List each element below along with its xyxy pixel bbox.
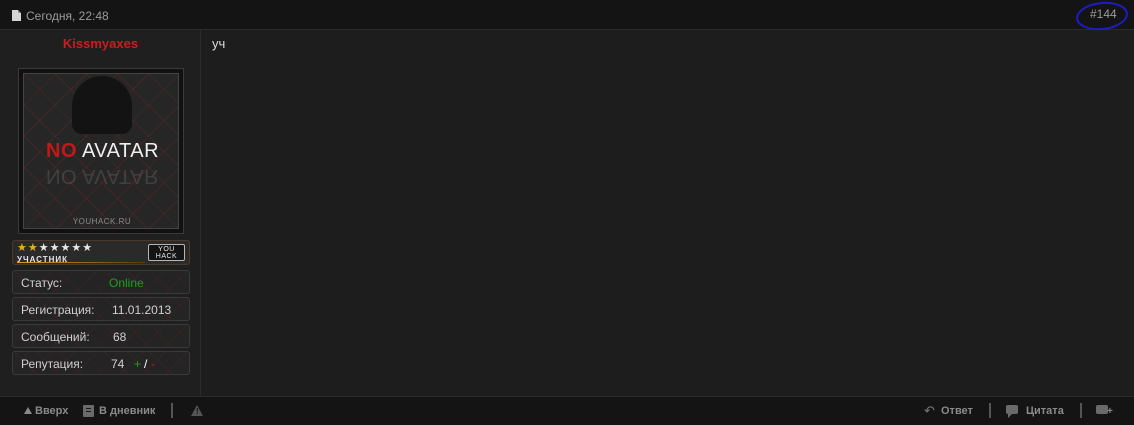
reputation-row: Репутация: 74 + / - — [12, 351, 190, 375]
post-header: Сегодня, 22:48 #144 — [0, 0, 1134, 33]
footer-separator — [989, 403, 991, 418]
footer-separator — [1080, 403, 1082, 418]
posts-count-label: Сообщений: — [21, 330, 90, 344]
reply-button[interactable]: Ответ — [941, 405, 973, 417]
posts-count-value: 68 — [113, 330, 127, 344]
star-empty-icon: ★ — [82, 242, 94, 254]
status-label: Статус: — [21, 276, 63, 290]
registration-label: Регистрация: — [21, 303, 95, 317]
avatar-text: NO AVATAR — [46, 140, 160, 162]
star-empty-icon: ★ — [60, 242, 72, 254]
star-empty-icon: ★ — [38, 242, 50, 254]
username-link[interactable]: Kissmyaxes — [0, 36, 201, 51]
reputation-plus-button[interactable]: + — [134, 357, 141, 371]
star-empty-icon: ★ — [71, 242, 83, 254]
youhack-badge: YOU HACK — [148, 244, 185, 261]
quote-button[interactable]: Цитата — [1026, 405, 1064, 417]
report-warning-icon[interactable] — [191, 405, 203, 416]
registration-value: 11.01.2013 — [112, 303, 172, 317]
star-filled-icon: ★ — [27, 242, 39, 254]
rank-bar: ★★★★★★★ УЧАСТНИК YOU HACK — [12, 240, 190, 265]
scroll-top-button[interactable]: Вверх — [24, 405, 68, 417]
user-sidebar: Kissmyaxes NO AVATAR NO AVATAR YOUHACK.R… — [0, 30, 201, 396]
reputation-minus-button[interactable]: - — [151, 357, 155, 371]
footer-separator — [171, 403, 173, 418]
avatar-reflection: NO AVATAR — [46, 165, 160, 187]
status-value: Online — [109, 276, 144, 290]
star-empty-icon: ★ — [49, 242, 61, 254]
star-filled-icon: ★ — [17, 242, 28, 254]
avatar[interactable]: NO AVATAR NO AVATAR YOUHACK.RU — [18, 68, 184, 234]
hooded-figure-icon — [72, 76, 132, 134]
multiquote-add-icon[interactable] — [1096, 405, 1113, 417]
avatar-site-caption: YOUHACK.RU — [72, 217, 132, 226]
avatar-image: NO AVATAR NO AVATAR YOUHACK.RU — [23, 73, 179, 229]
post-date: Сегодня, 22:48 — [26, 9, 109, 23]
reputation-separator: / — [144, 357, 148, 371]
reply-arrow-icon: ↶ — [924, 403, 935, 418]
reputation-label: Репутация: — [21, 357, 84, 371]
post-message: уч — [212, 36, 226, 51]
diary-icon — [83, 405, 94, 417]
post-number-link[interactable]: #144 — [1090, 7, 1117, 21]
rank-stars: ★★★★★★★ — [17, 243, 93, 254]
rank-progress-line — [17, 262, 145, 263]
document-icon — [12, 10, 21, 21]
post-footer: Вверх В дневник ↶ Ответ Цитата — [0, 396, 1134, 425]
registration-row: Регистрация: 11.01.2013 — [12, 297, 190, 321]
forum-post: Сегодня, 22:48 #144 Kissmyaxes NO AVATAR… — [0, 0, 1134, 425]
arrow-up-icon — [24, 407, 32, 414]
status-row: Статус: Online — [12, 270, 190, 294]
quote-bubble-icon — [1006, 405, 1018, 418]
reputation-value: 74 — [111, 357, 125, 371]
add-to-diary-button[interactable]: В дневник — [99, 405, 155, 417]
posts-count-row: Сообщений: 68 — [12, 324, 190, 348]
